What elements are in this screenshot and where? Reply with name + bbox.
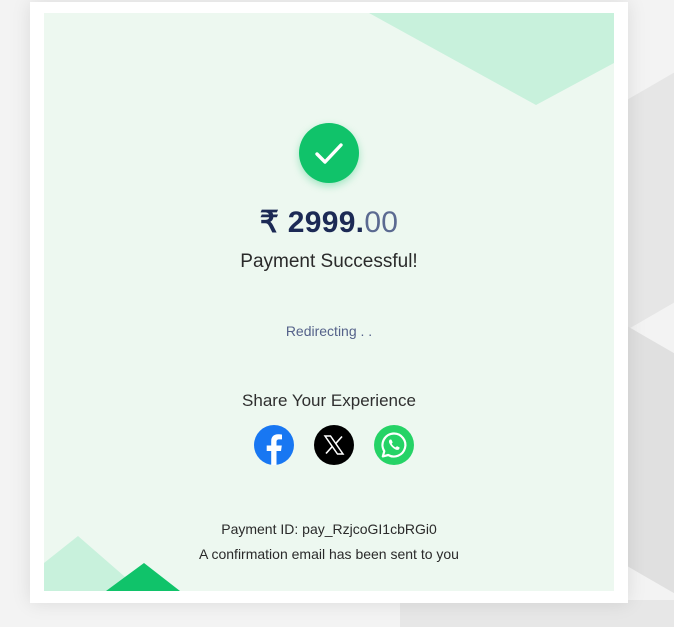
- share-facebook-button[interactable]: [254, 425, 294, 465]
- whatsapp-icon: [381, 432, 407, 458]
- payment-amount: ₹ 2999.00: [44, 205, 614, 240]
- share-whatsapp-button[interactable]: [374, 425, 414, 465]
- payment-status: Payment Successful!: [240, 251, 418, 272]
- decorative-top-shape: [369, 13, 614, 105]
- success-check-icon: [299, 123, 359, 183]
- checkmark-icon: [315, 143, 343, 164]
- payment-id: Payment ID: pay_RzjcoGI1cbRGi0: [221, 521, 437, 537]
- success-panel: ₹ 2999.00 Payment Successful! Redirectin…: [44, 13, 614, 591]
- amount-decimals: 00: [364, 206, 399, 239]
- facebook-icon: [266, 434, 282, 465]
- amount-whole: 2999.: [287, 206, 365, 239]
- background-shape: [400, 600, 674, 627]
- share-title: Share Your Experience: [242, 391, 416, 410]
- share-x-button[interactable]: [314, 425, 354, 465]
- page: ₹ 2999.00 Payment Successful! Redirectin…: [0, 0, 674, 627]
- x-icon: [323, 435, 345, 455]
- confirmation-message: A confirmation email has been sent to yo…: [199, 546, 459, 562]
- currency-symbol: ₹: [259, 206, 280, 239]
- redirect-status: Redirecting . .: [285, 323, 373, 339]
- share-buttons: [254, 425, 414, 465]
- payment-success-card: ₹ 2999.00 Payment Successful! Redirectin…: [30, 2, 628, 603]
